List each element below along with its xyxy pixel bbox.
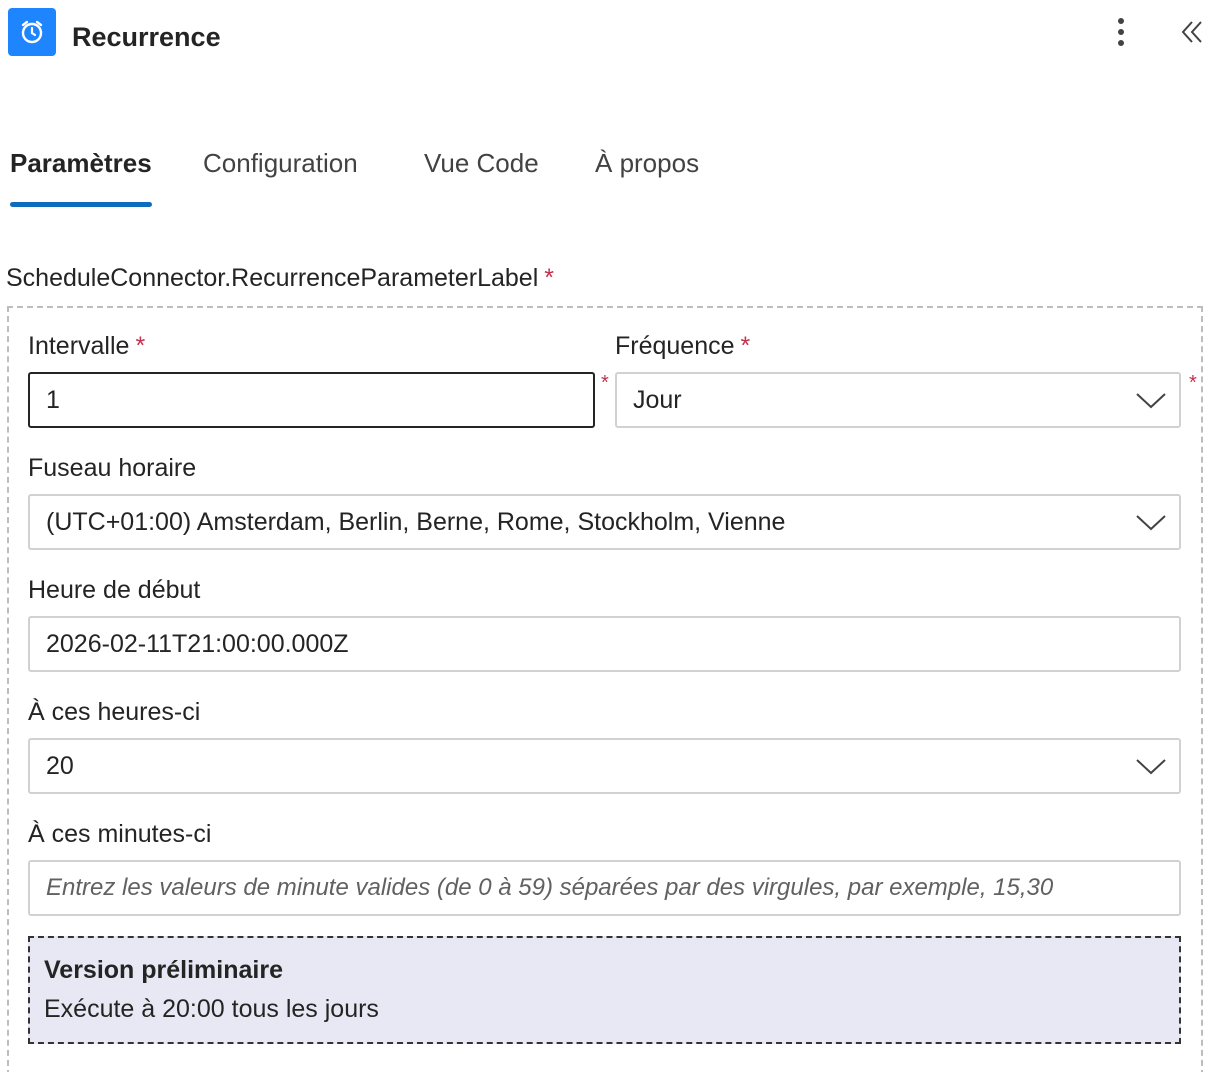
tab-bar: Paramètres Configuration Vue Code À prop… [0, 140, 1212, 212]
required-marker: * [544, 264, 554, 292]
hours-value: 20 [46, 751, 74, 780]
preview-title: Version préliminaire [44, 956, 283, 984]
section-label-text: ScheduleConnector.RecurrenceParameterLab… [6, 264, 539, 292]
interval-label: Intervalle * [28, 332, 145, 361]
more-vertical-icon [1118, 18, 1124, 46]
required-marker: * [135, 332, 146, 360]
frequency-required-marker: * [1189, 372, 1197, 394]
more-options-button[interactable] [1104, 12, 1138, 52]
timezone-value: (UTC+01:00) Amsterdam, Berlin, Berne, Ro… [46, 507, 786, 536]
required-marker: * [740, 332, 751, 360]
start-time-label: Heure de début [28, 576, 201, 604]
interval-required-marker: * [601, 372, 609, 394]
frequency-select[interactable]: Jour [615, 372, 1181, 428]
frequency-label-text: Fréquence [615, 332, 735, 360]
chevron-down-icon [1136, 393, 1166, 409]
chevron-down-icon [1136, 759, 1166, 775]
tab-configuration[interactable]: Configuration [203, 148, 358, 179]
chevron-down-icon [1136, 515, 1166, 531]
start-time-value: 2026-02-11T21:00:00.000Z [46, 629, 349, 658]
minutes-input[interactable]: Entrez les valeurs de minute valides (de… [28, 860, 1181, 916]
tab-vue-code[interactable]: Vue Code [424, 148, 539, 179]
hours-select[interactable]: 20 [28, 738, 1181, 794]
alarm-clock-icon [8, 8, 56, 56]
interval-label-text: Intervalle [28, 332, 130, 360]
minutes-placeholder: Entrez les valeurs de minute valides (de… [46, 874, 1054, 901]
preview-text: Exécute à 20:00 tous les jours [44, 995, 379, 1023]
interval-value: 1 [46, 385, 60, 414]
hours-label: À ces heures-ci [28, 698, 201, 726]
timezone-select[interactable]: (UTC+01:00) Amsterdam, Berlin, Berne, Ro… [28, 494, 1181, 550]
tab-a-propos[interactable]: À propos [595, 148, 699, 179]
panel-header: Recurrence [0, 0, 1212, 80]
double-chevron-left-icon [1181, 21, 1202, 43]
schedule-preview: Version préliminaire Exécute à 20:00 tou… [28, 936, 1181, 1044]
recurrence-section-label: ScheduleConnector.RecurrenceParameterLab… [6, 264, 554, 293]
recurrence-panel: Recurrence Paramètres Configuration Vue … [0, 0, 1212, 1072]
active-tab-indicator [10, 202, 152, 207]
frequency-label: Fréquence * [615, 332, 750, 361]
minutes-label: À ces minutes-ci [28, 820, 212, 848]
interval-input[interactable]: 1 [28, 372, 595, 428]
panel-title: Recurrence [72, 22, 221, 52]
tab-parametres[interactable]: Paramètres [10, 148, 152, 179]
frequency-value: Jour [633, 385, 682, 414]
timezone-label: Fuseau horaire [28, 454, 197, 482]
start-time-input[interactable]: 2026-02-11T21:00:00.000Z [28, 616, 1181, 672]
collapse-panel-button[interactable] [1172, 12, 1212, 52]
